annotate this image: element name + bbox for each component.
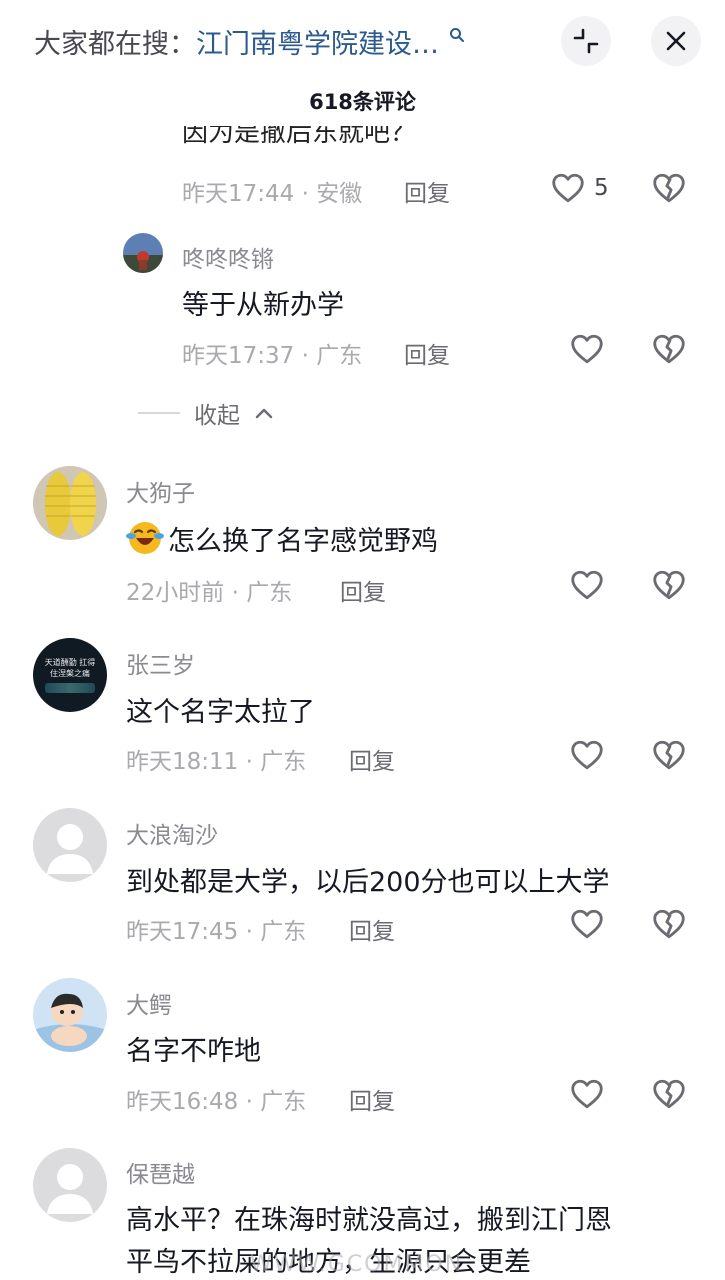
comment-meta: 昨天17:45 · 广东 [126,919,307,945]
avatar[interactable] [33,808,107,882]
heart-icon[interactable] [569,567,605,603]
comment-author[interactable]: 大浪淘沙 [126,816,218,850]
avatar[interactable] [33,466,107,540]
minimize-icon [573,28,599,54]
minimize-button[interactable] [561,16,611,66]
broken-heart-icon[interactable] [651,1076,687,1112]
comment-text-row: 怎么换了名字感觉野鸡 [126,518,438,558]
broken-heart-icon[interactable] [651,331,687,367]
avatar[interactable]: 天道酬勤 扛得住涅槃之痛 [33,638,107,712]
search-icon [443,27,465,48]
laugh-cry-emoji-icon [126,522,164,554]
reply-button[interactable]: 回复 [404,174,450,208]
chevron-up-icon [255,408,273,419]
avatar-scenery [45,683,95,693]
comment-author[interactable]: 保琶越 [126,1155,195,1189]
avatar-caption: 天道酬勤 扛得住涅槃之痛 [44,658,96,678]
heart-icon[interactable] [569,1076,605,1112]
watermark: WWW.GCOMMON [250,1252,464,1277]
reply-button[interactable]: 回复 [404,336,450,370]
comment-meta: 昨天17:44 · 安徽 [182,181,363,207]
avatar[interactable] [33,978,107,1052]
heart-icon[interactable] [569,906,605,942]
comment-author[interactable]: 张三岁 [126,646,195,680]
close-button[interactable] [651,16,701,66]
search-suggestion[interactable]: 大家都在搜：江门南粤学院建设… [34,22,465,61]
collapse-label: 收起 [194,403,240,429]
heart-icon[interactable] [569,737,605,773]
close-icon [666,31,686,51]
comment-meta: 昨天16:48 · 广东 [126,1089,307,1115]
collapse-replies-button[interactable]: 收起 [138,396,274,430]
broken-heart-icon[interactable] [651,906,687,942]
comment-text: 到处都是大学，以后200分也可以上大学 [126,867,610,898]
divider [138,412,180,414]
broken-heart-icon[interactable] [651,567,687,603]
comment-text: 这个名字太拉了 [126,697,315,728]
search-suggestion-topic[interactable]: 江门南粤学院建设… [196,29,439,60]
like-button[interactable]: 5 [550,170,609,206]
reply-button[interactable]: 回复 [349,912,395,946]
comment-meta: 22小时前 · 广东 [126,580,293,606]
comment-text: 等于从新办学 [182,290,344,321]
avatar[interactable] [123,233,163,273]
comment-text: 怎么换了名字感觉野鸡 [168,526,438,557]
like-count: 5 [594,175,609,201]
search-suggestion-prefix: 大家都在搜： [34,29,196,60]
comment-text-line-1: 高水平？在珠海时就没高过，搬到江门恩 [126,1205,612,1236]
comment-meta: 昨天18:11 · 广东 [126,749,307,775]
reply-button[interactable]: 回复 [340,573,386,607]
reply-button[interactable]: 回复 [349,742,395,776]
broken-heart-icon[interactable] [651,170,687,206]
broken-heart-icon[interactable] [651,737,687,773]
comment-text: 名字不咋地 [126,1036,261,1067]
avatar[interactable] [33,1148,107,1222]
heart-icon[interactable] [569,331,605,367]
comment-text-clipped: 因为是撤后东就吧？ [182,126,417,148]
comment-meta: 昨天17:37 · 广东 [182,343,363,369]
heart-icon [550,170,586,206]
reply-button[interactable]: 回复 [349,1082,395,1116]
comment-author[interactable]: 咚咚咚锵 [182,240,274,274]
comment-author[interactable]: 大狗子 [126,474,195,508]
comment-author[interactable]: 大鳄 [126,986,172,1020]
comment-count-title: 618条评论 [309,90,416,114]
